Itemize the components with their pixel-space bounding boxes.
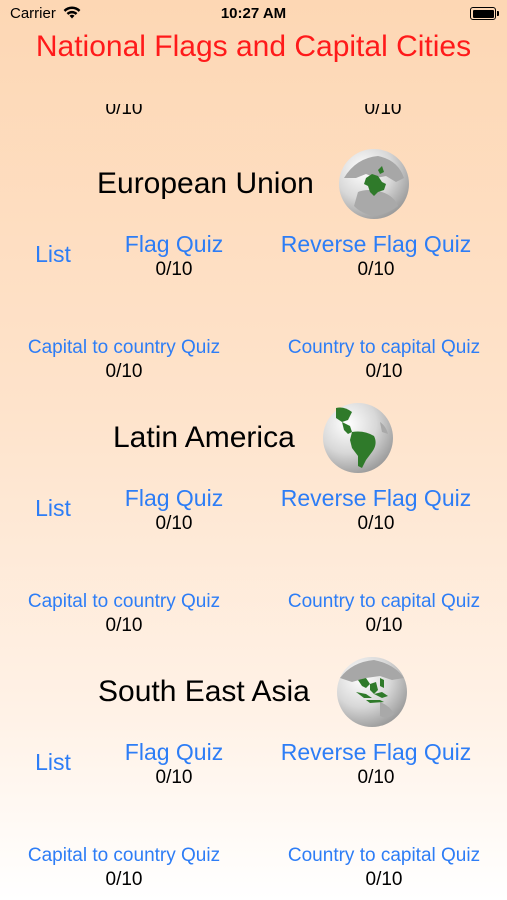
battery-icon [470,7,499,20]
previous-capital-to-country-score: 0/10 [105,104,143,119]
flag-quiz-score: 0/10 [155,767,193,788]
region-header: Latin America [0,398,507,476]
reverse-flag-quiz-score: 0/10 [357,259,395,280]
flag-quiz-link[interactable]: Flag Quiz [104,738,244,766]
region-section-european-union: European Union List Flag Quiz 0/10 Rever… [0,144,507,398]
reverse-flag-quiz-score: 0/10 [357,513,395,534]
previous-section-scores: 0/10 0/10 [0,104,507,120]
country-to-capital-quiz-link[interactable]: Country to capital Quiz [274,590,494,614]
country-to-capital-block: Country to capital Quiz 0/10 [274,590,494,637]
capital-to-country-score: 0/10 [105,615,143,636]
capital-to-country-quiz-link[interactable]: Capital to country Quiz [14,590,234,614]
country-to-capital-score: 0/10 [365,869,403,890]
list-link[interactable]: List [22,494,84,522]
capital-to-country-block: Capital to country Quiz 0/10 [14,336,234,383]
flag-quiz-block: Flag Quiz 0/10 [104,738,244,789]
previous-country-to-capital-score: 0/10 [364,104,402,119]
region-header: European Union [0,144,507,222]
reverse-flag-quiz-block: Reverse Flag Quiz 0/10 [270,738,482,789]
country-to-capital-quiz-link[interactable]: Country to capital Quiz [274,844,494,868]
globe-south-east-asia-icon [337,657,407,727]
region-title: European Union [97,167,314,200]
globe-latin-america-icon [323,403,393,473]
reverse-flag-quiz-block: Reverse Flag Quiz 0/10 [270,484,482,535]
globe-europe-icon [339,149,409,219]
flag-quiz-block: Flag Quiz 0/10 [104,484,244,535]
region-title: Latin America [113,421,295,454]
region-section-latin-america: Latin America List Flag Quiz 0/10 Revers… [0,398,507,652]
flag-quiz-link[interactable]: Flag Quiz [104,230,244,258]
list-link[interactable]: List [22,240,84,268]
flag-quiz-block: Flag Quiz 0/10 [104,230,244,281]
reverse-flag-quiz-link[interactable]: Reverse Flag Quiz [270,230,482,258]
status-bar: Carrier 10:27 AM [0,0,507,28]
clock: 10:27 AM [220,5,287,22]
capital-to-country-block: Capital to country Quiz 0/10 [14,844,234,891]
app-title: National Flags and Capital Cities [35,30,472,63]
region-title: South East Asia [98,675,310,708]
capital-to-country-quiz-link[interactable]: Capital to country Quiz [14,844,234,868]
reverse-flag-quiz-link[interactable]: Reverse Flag Quiz [270,484,482,512]
region-header: South East Asia [0,652,507,730]
country-to-capital-score: 0/10 [365,361,403,382]
reverse-flag-quiz-link[interactable]: Reverse Flag Quiz [270,738,482,766]
capital-to-country-score: 0/10 [105,361,143,382]
region-section-south-east-asia: South East Asia List Flag Quiz 0/10 Reve… [0,652,507,900]
flag-quiz-score: 0/10 [155,259,193,280]
country-to-capital-quiz-link[interactable]: Country to capital Quiz [274,336,494,360]
flag-quiz-score: 0/10 [155,513,193,534]
country-to-capital-block: Country to capital Quiz 0/10 [274,336,494,383]
country-to-capital-score: 0/10 [365,615,403,636]
reverse-flag-quiz-block: Reverse Flag Quiz 0/10 [270,230,482,281]
country-to-capital-block: Country to capital Quiz 0/10 [274,844,494,891]
reverse-flag-quiz-score: 0/10 [357,767,395,788]
list-link[interactable]: List [22,748,84,776]
capital-to-country-score: 0/10 [105,869,143,890]
regions-scroll-list[interactable]: 0/10 0/10 European Union List Flag Quiz … [0,104,507,900]
capital-to-country-block: Capital to country Quiz 0/10 [14,590,234,637]
flag-quiz-link[interactable]: Flag Quiz [104,484,244,512]
capital-to-country-quiz-link[interactable]: Capital to country Quiz [14,336,234,360]
